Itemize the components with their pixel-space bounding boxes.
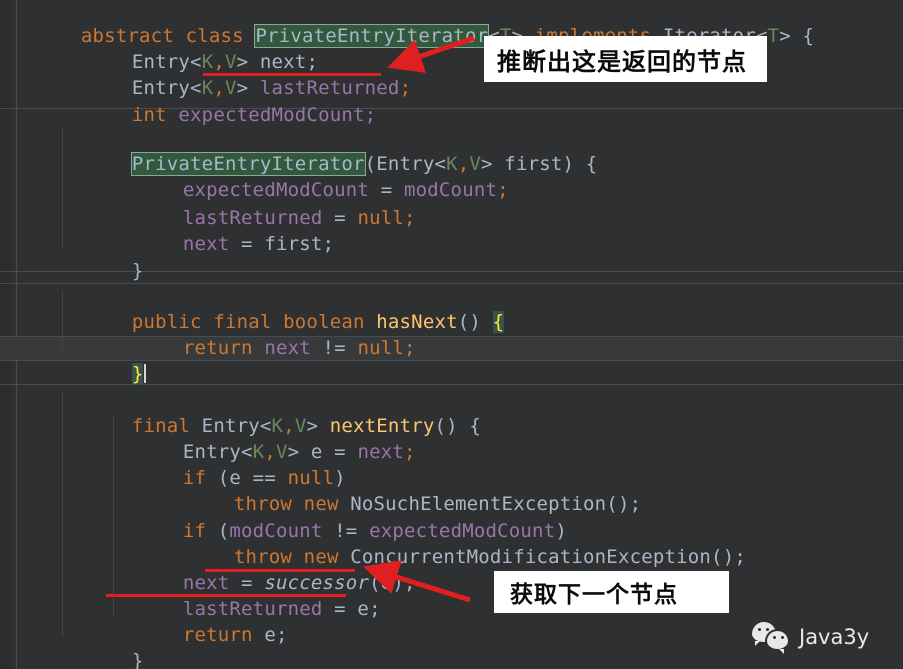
wechat-icon-dot-1 <box>758 628 761 631</box>
callout-2-text: 获取下一个节点 <box>510 582 678 608</box>
wechat-icon-dot-4 <box>781 636 784 639</box>
wechat-icon-front-bubble <box>765 629 790 654</box>
watermark-label: Java3y <box>799 625 870 649</box>
arrow-to-next-successor <box>363 560 471 603</box>
callout-1-text: 推断出这是返回的节点 <box>497 47 747 76</box>
wechat-icon-dot-2 <box>766 628 769 631</box>
screenshot-root: abstract class PrivateEntryIterator<T> i… <box>0 0 903 669</box>
wechat-icon-dot-3 <box>773 636 776 639</box>
watermark: Java3y <box>752 622 870 654</box>
callout-box-1: 推断出这是返回的节点 <box>484 36 767 82</box>
wechat-icon <box>752 622 790 654</box>
callout-box-2: 获取下一个节点 <box>494 571 729 613</box>
